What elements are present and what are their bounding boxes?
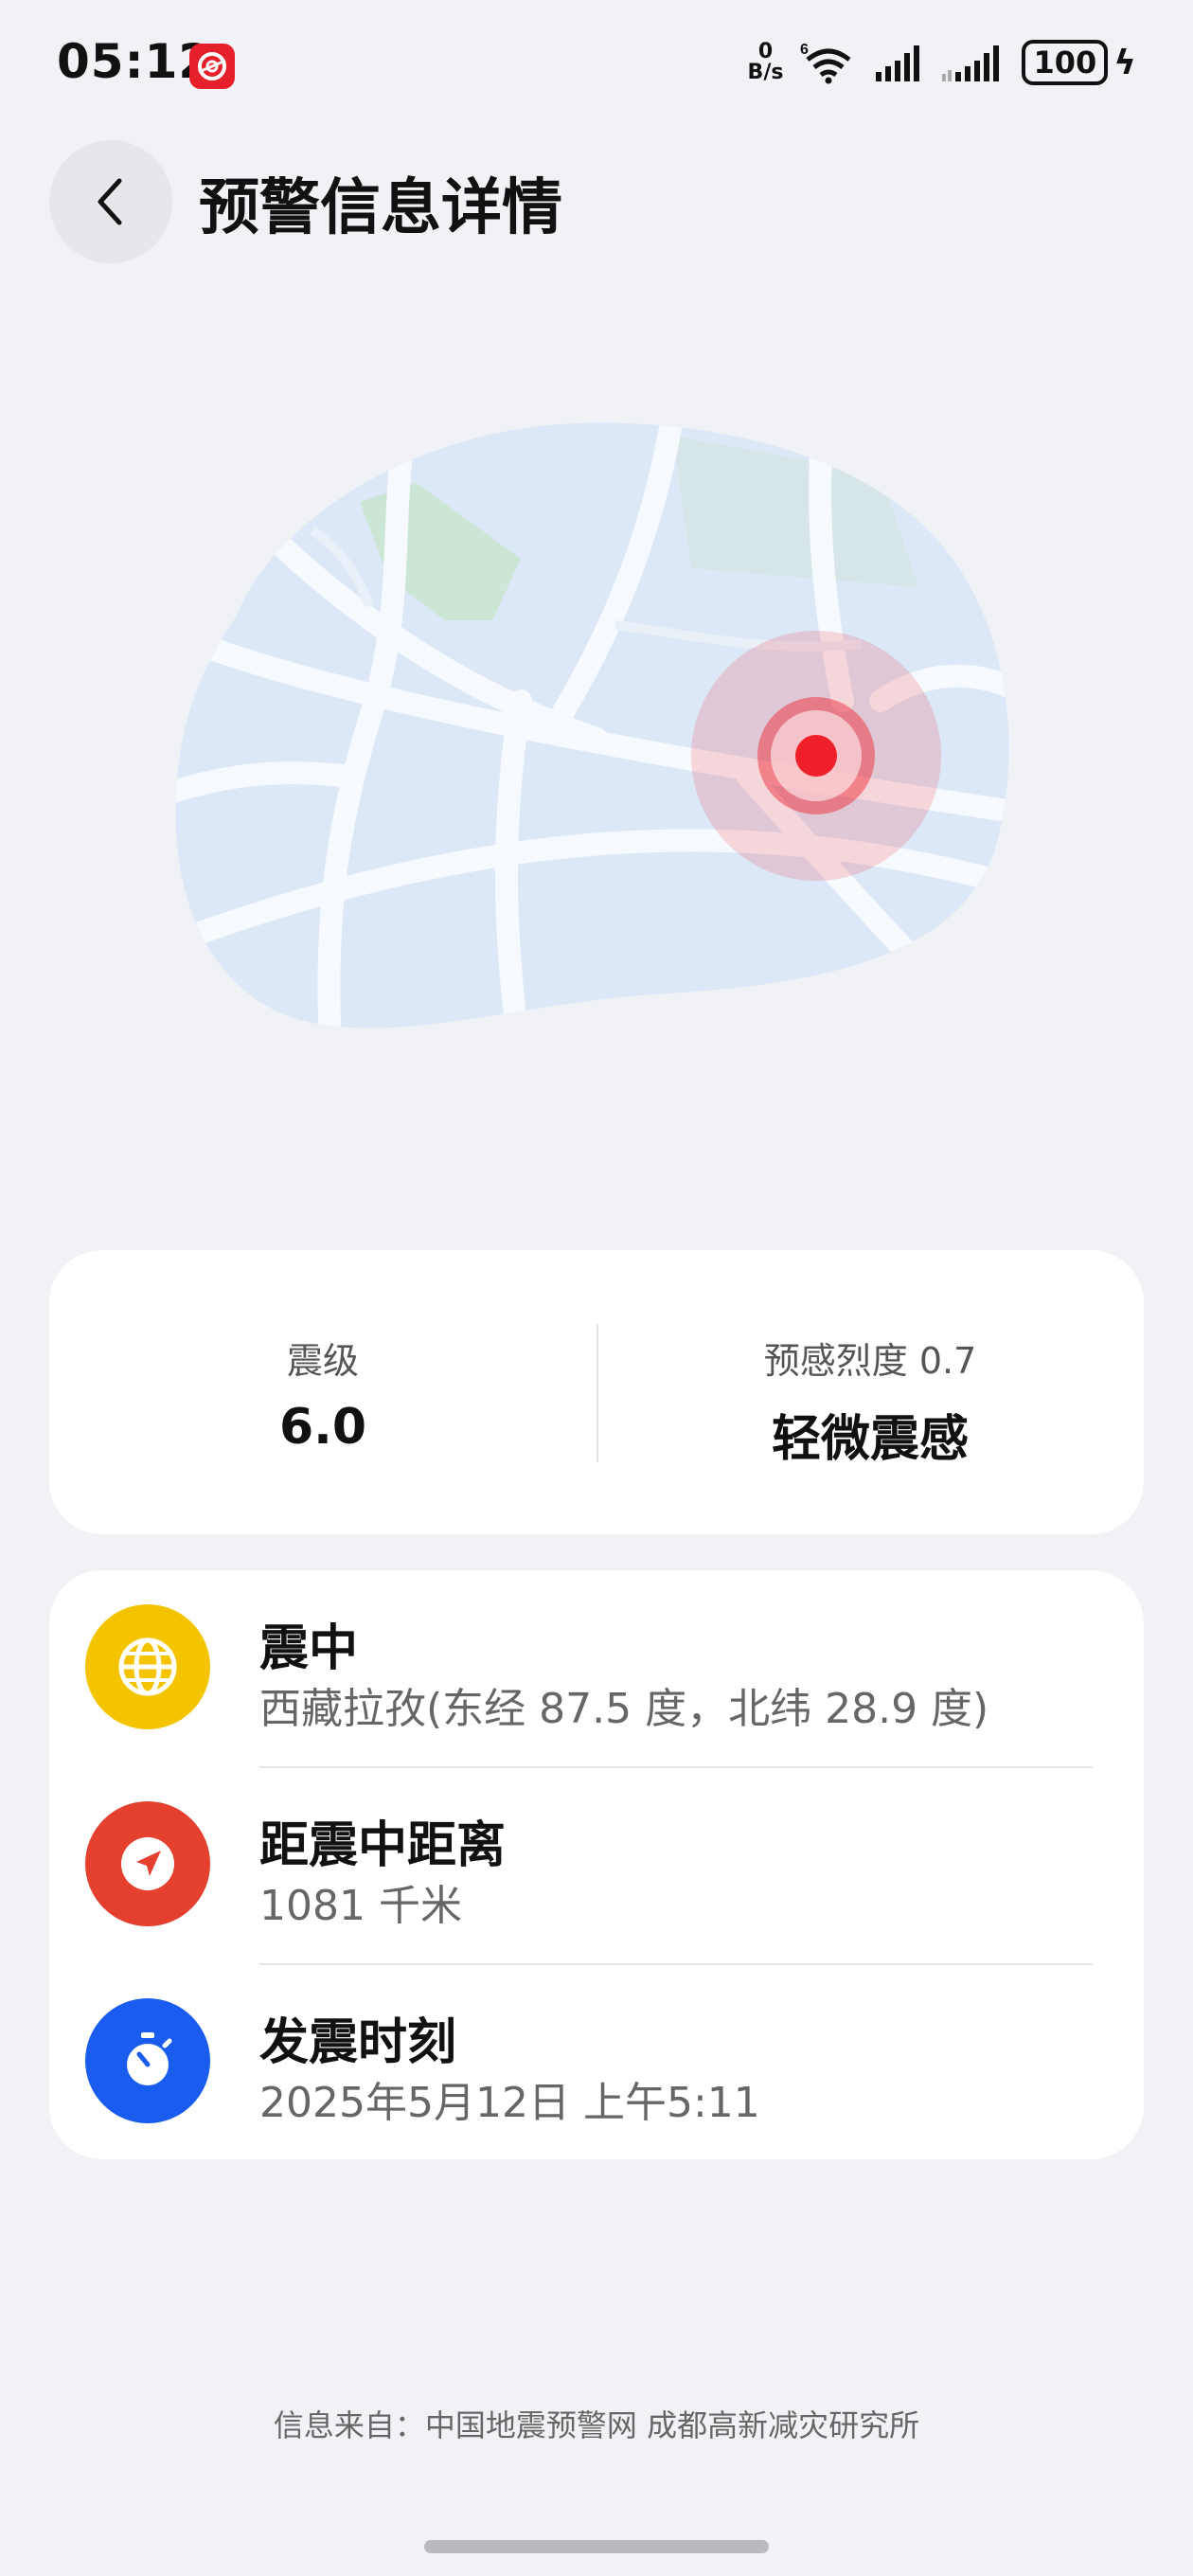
distance-title: 距震中距离: [259, 1817, 507, 1874]
intensity-label: 预感烈度 0.7: [763, 1340, 977, 1382]
signal-icon-sim2: [942, 44, 1005, 81]
battery-level: 100: [1022, 40, 1109, 85]
distance-row: 距震中距离 1081 千米: [49, 1767, 1144, 1964]
charging-icon: ϟ: [1113, 43, 1136, 82]
epicenter-row: 震中 西藏拉孜(东经 87.5 度，北纬 28.9 度): [49, 1570, 1144, 1767]
chevron-left-icon: [98, 178, 122, 225]
wifi-icon: 6: [800, 41, 857, 84]
earthquake-details-card: 震中 西藏拉孜(东经 87.5 度，北纬 28.9 度) 距震中距离 1081 …: [49, 1570, 1144, 2159]
home-indicator[interactable]: [424, 2540, 769, 2553]
status-bar: 05:12 0 B/s 6 100 ϟ: [0, 0, 1193, 133]
network-speed: 0 B/s: [748, 42, 784, 83]
origin-time-value: 2025年5月12日 上午5:11: [259, 2079, 760, 2127]
origin-time-row: 发震时刻 2025年5月12日 上午5:11: [49, 1964, 1144, 2161]
magnitude-label: 震级: [286, 1340, 359, 1382]
data-source-text: 信息来自：中国地震预警网 成都高新减灾研究所: [273, 2407, 920, 2443]
epicenter-marker: [691, 631, 941, 881]
battery-indicator: 100 ϟ: [1022, 40, 1136, 85]
epicenter-value: 西藏拉孜(东经 87.5 度，北纬 28.9 度): [259, 1685, 989, 1733]
globe-icon: [85, 1604, 210, 1729]
intensity-value: 轻微震感: [771, 1411, 969, 1468]
epicenter-map: [161, 417, 1032, 1061]
stopwatch-icon: [85, 1998, 210, 2123]
distance-value: 1081 千米: [259, 1882, 462, 1930]
status-icons: 0 B/s 6 100 ϟ: [748, 40, 1136, 85]
wifi-label: 6: [800, 42, 809, 58]
magnitude-value: 6.0: [278, 1399, 367, 1456]
magnitude-intensity-card: 震级 6.0 预感烈度 0.7 轻微震感: [49, 1250, 1144, 1534]
epicenter-title: 震中: [259, 1620, 359, 1677]
back-button[interactable]: [49, 140, 172, 263]
magnitude-section: 震级 6.0: [49, 1250, 596, 1534]
earthquake-app-icon: [189, 44, 235, 89]
network-speed-unit: B/s: [747, 61, 784, 84]
intensity-section: 预感烈度 0.7 轻微震感: [596, 1250, 1144, 1534]
signal-icon-sim1: [874, 44, 925, 81]
page-title: 预警信息详情: [199, 173, 562, 243]
navigation-arrow-icon: [85, 1801, 210, 1926]
origin-time-title: 发震时刻: [259, 2014, 457, 2071]
network-speed-value: 0: [757, 40, 774, 63]
